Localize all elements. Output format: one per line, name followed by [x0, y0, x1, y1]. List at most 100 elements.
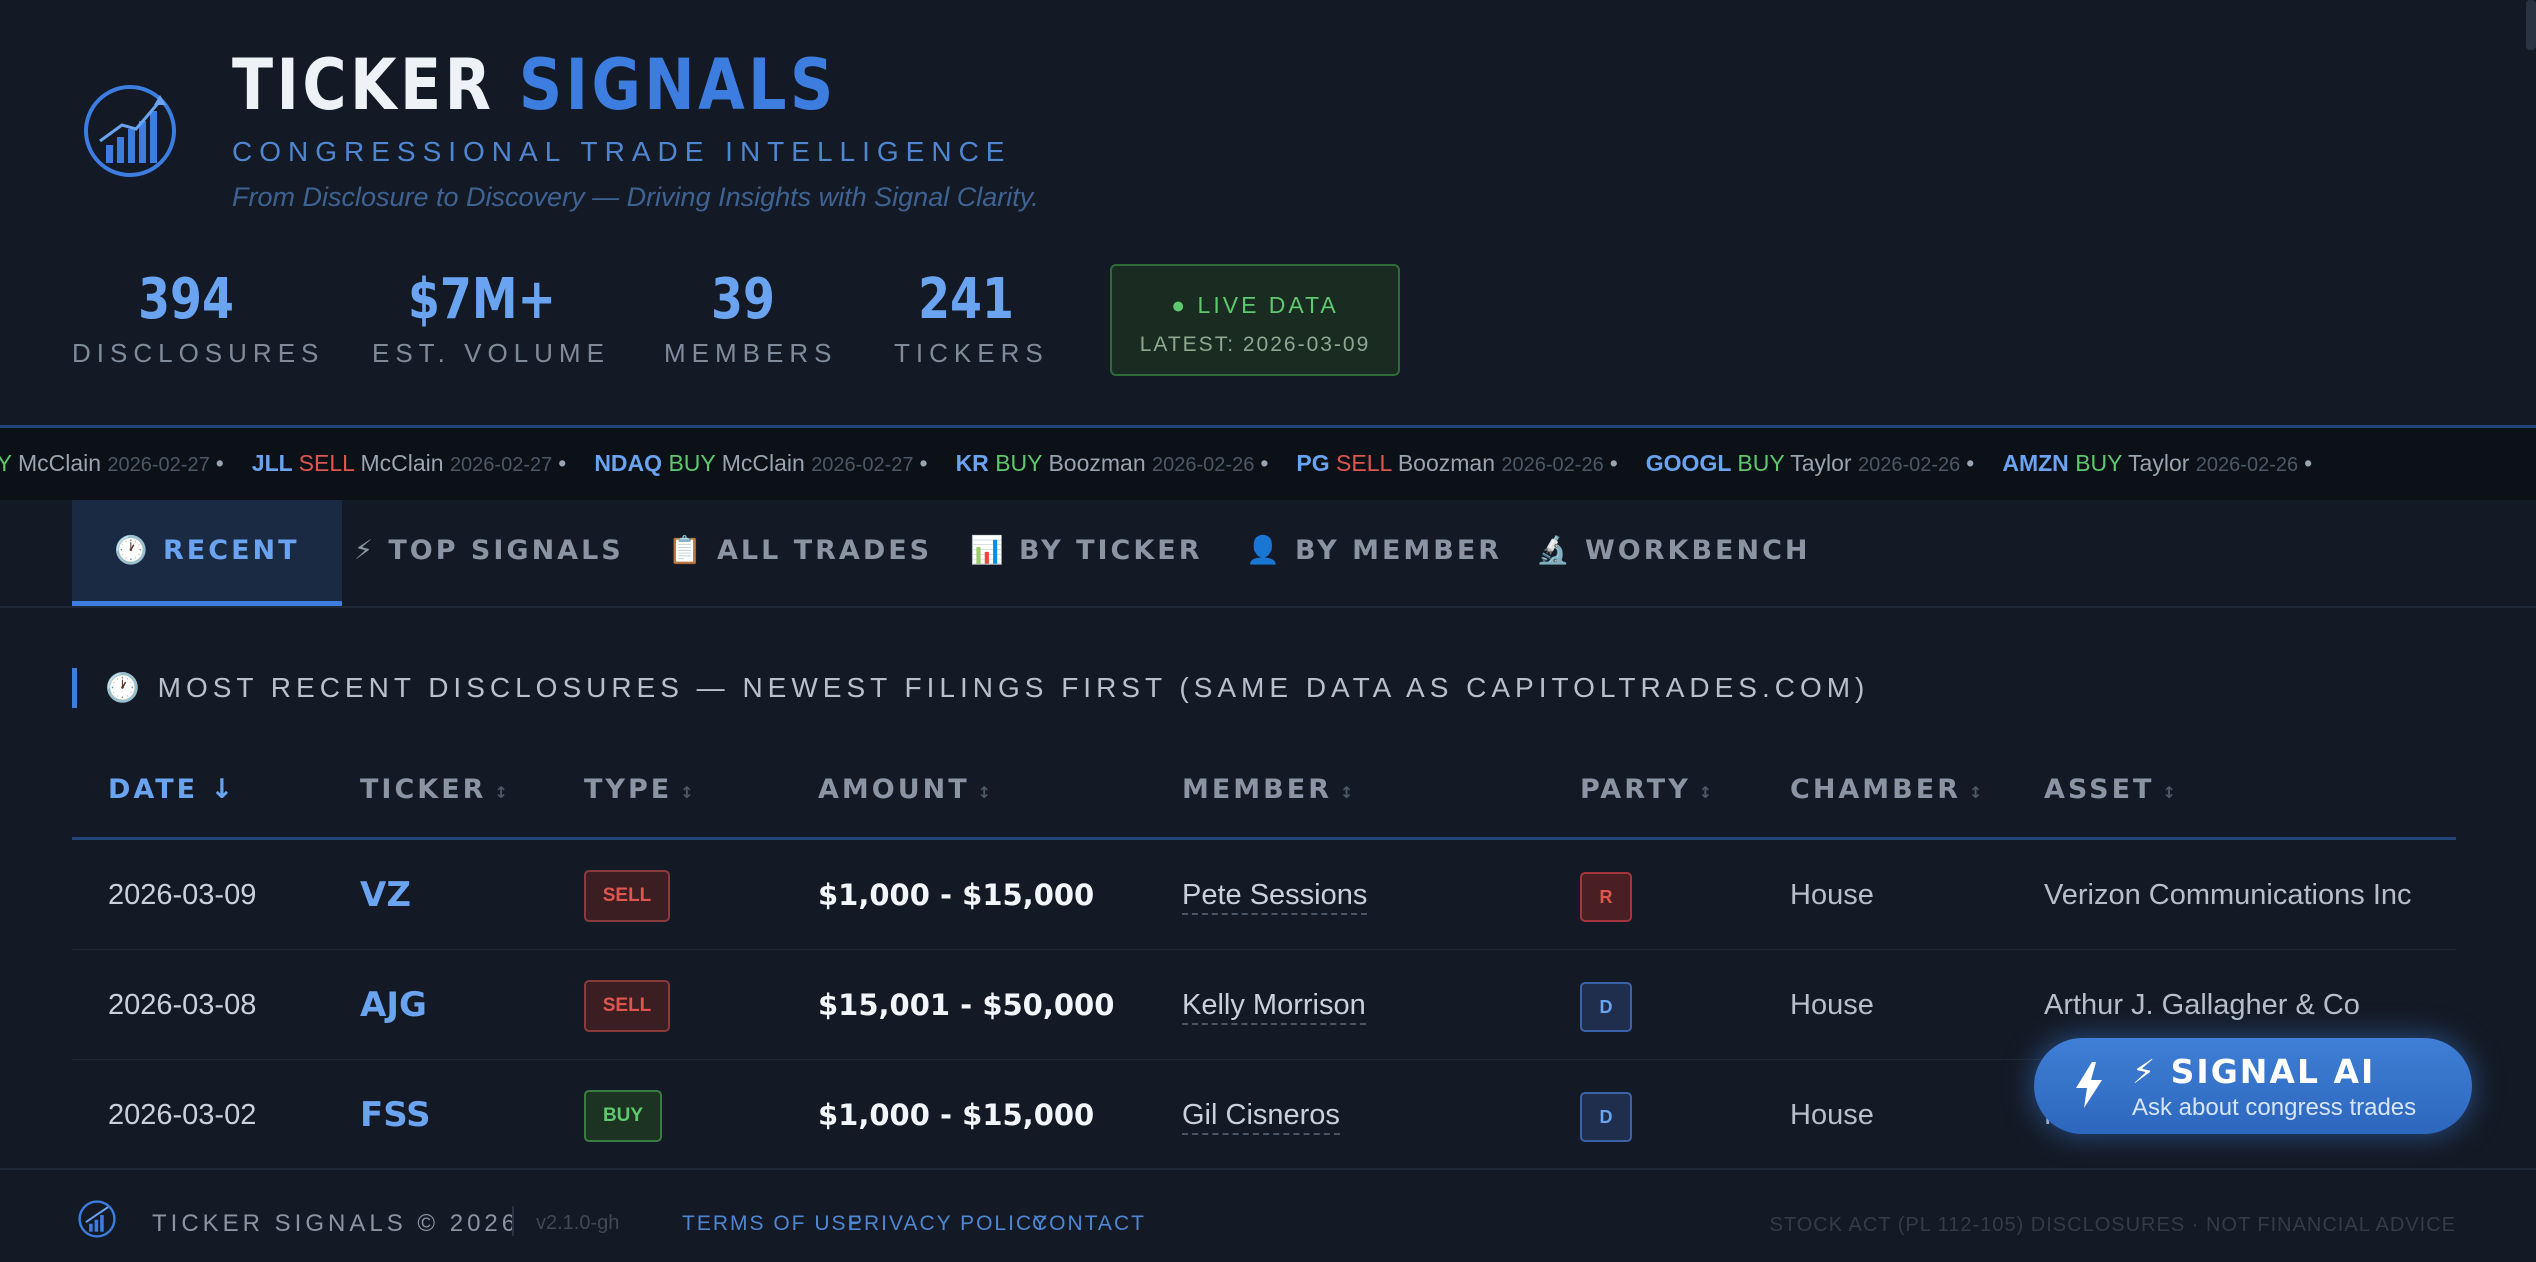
tab-recent[interactable]: 🕐 RECENT [72, 500, 342, 606]
tape-sym: GOOGL [1645, 450, 1738, 476]
lightning-icon [2076, 1062, 2102, 1108]
cell-member[interactable]: Kelly Morrison [1182, 950, 1366, 1060]
col-type[interactable]: TYPE ↕ [584, 774, 697, 805]
scrollbar-thumb[interactable] [2526, 0, 2536, 50]
tape-dt: 2026-02-26 [1857, 454, 1961, 476]
type-badge: SELL [584, 870, 670, 922]
stat-tickers: 241 TICKERS [894, 267, 1049, 369]
signal-ai-title: ⚡ SIGNAL AI [2132, 1052, 2376, 1091]
cell-date: 2026-03-09 [108, 879, 257, 911]
tape-sym: PG [1296, 450, 1337, 476]
tape-buy: BUY [668, 450, 722, 476]
tape-item[interactable]: KR BUY Boozman 2026-02-26 • [956, 450, 1269, 477]
tape-who: Taylor [1790, 450, 1858, 476]
sort-icon: ↕ [1969, 783, 1986, 802]
tape-who: McClain [721, 450, 812, 476]
tape-sym: JLL [251, 450, 299, 476]
tape-dot: • [2304, 450, 2313, 476]
ticker-tape: UY McClain 2026-02-27•JLL SELL McClain 2… [0, 425, 2536, 500]
tab-top-signals[interactable]: ⚡ TOP SIGNALS [312, 500, 666, 606]
stat-members: 39 MEMBERS [664, 267, 838, 369]
tab-all-trades[interactable]: 📋 ALL TRADES [626, 500, 974, 606]
cell-ticker[interactable]: AJG [360, 950, 427, 1060]
col-ticker[interactable]: TICKER ↕ [360, 774, 511, 805]
privacy-link[interactable]: PRIVACY POLICY [848, 1212, 1049, 1236]
col-party[interactable]: PARTY ↕ [1580, 774, 1715, 805]
tape-item[interactable]: PG SELL Boozman 2026-02-26 • [1296, 450, 1617, 477]
col-member[interactable]: MEMBER ↕ [1182, 774, 1356, 805]
tab-workbench[interactable]: 🔬 WORKBENCH [1494, 500, 1853, 606]
brand-title: TICKER SIGNALS [232, 44, 837, 126]
tab-by-ticker[interactable]: 📊 BY TICKER [928, 500, 1245, 606]
cell-ticker[interactable]: FSS [360, 1060, 431, 1170]
stat-volume: $7M+ EST. VOLUME [372, 267, 610, 369]
section-title: 🕐 MOST RECENT DISCLOSURES — NEWEST FILIN… [72, 668, 1869, 708]
party-badge: R [1580, 872, 1632, 922]
tape-dot: • [215, 450, 224, 476]
sort-icon: ↕ [1340, 783, 1357, 802]
tape-sym: AMZN [2002, 450, 2076, 476]
tape-sym: NDAQ [594, 450, 669, 476]
type-badge: BUY [584, 1090, 662, 1142]
tape-dot: • [1260, 450, 1269, 476]
cell-ticker[interactable]: VZ [360, 840, 411, 950]
tape-who: McClain [17, 450, 108, 476]
tape-item[interactable]: AMZN BUY Taylor 2026-02-26 • [2002, 450, 2312, 477]
tape-item[interactable]: UY McClain 2026-02-27• [0, 450, 224, 477]
cell-chamber: House [1790, 989, 1874, 1021]
party-badge: D [1580, 1092, 1632, 1142]
tape-item[interactable]: GOOGL BUY Taylor 2026-02-26 • [1646, 450, 1975, 477]
tape-dt: 2026-02-26 [1501, 454, 1604, 476]
tape-dot: • [1609, 450, 1618, 476]
header: TICKER SIGNALS CONGRESSIONAL TRADE INTEL… [0, 0, 2536, 425]
cell-chamber: House [1790, 1099, 1874, 1131]
sort-icon: ↕ [1698, 783, 1716, 802]
cell-member[interactable]: Gil Cisneros [1182, 1060, 1340, 1170]
chart-logo-icon [78, 1200, 116, 1238]
tape-buy: BUY [1737, 450, 1791, 476]
contact-link[interactable]: CONTACT [1032, 1212, 1146, 1236]
tab-bar: 🕐 RECENT ⚡ TOP SIGNALS 📋 ALL TRADES 📊 BY… [0, 500, 2536, 608]
footer: TICKER SIGNALS © 2026 v2.1.0-gh TERMS OF… [0, 1168, 2536, 1262]
col-asset[interactable]: ASSET ↕ [2044, 774, 2179, 805]
tape-item[interactable]: NDAQ BUY McClain 2026-02-27 • [594, 450, 927, 477]
brand-subtitle: CONGRESSIONAL TRADE INTELLIGENCE [232, 136, 1012, 167]
tape-buy: BUY [2075, 450, 2129, 476]
tape-dt: 2026-02-26 [2195, 454, 2299, 476]
sort-icon: ↕ [494, 783, 511, 802]
tape-who: Boozman [1397, 450, 1502, 476]
tape-dt: 2026-02-27 [107, 454, 210, 476]
col-date[interactable]: DATE ↓ [108, 774, 236, 805]
signal-ai-button[interactable]: ⚡ SIGNAL AI Ask about congress trades [2034, 1038, 2472, 1134]
col-amount[interactable]: AMOUNT ↕ [818, 774, 994, 805]
cell-amount: $1,000 - $15,000 [818, 1098, 1095, 1132]
tape-dt: 2026-02-27 [449, 454, 553, 476]
table-row[interactable]: 2026-03-09 VZ SELL $1,000 - $15,000 Pete… [72, 840, 2456, 950]
type-badge: SELL [584, 980, 670, 1032]
tape-sell: SELL [1336, 450, 1398, 476]
sort-icon: ↕ [680, 783, 697, 802]
brand-tagline: From Disclosure to Discovery — Driving I… [232, 182, 1039, 212]
tape-buy: UY [0, 450, 18, 476]
sort-icon: ↕ [977, 783, 995, 802]
chart-logo-icon [84, 85, 176, 177]
col-chamber[interactable]: CHAMBER ↕ [1790, 774, 1985, 805]
live-data-badge: ● LIVE DATA LATEST: 2026-03-09 [1110, 264, 1400, 376]
tape-sym: KR [955, 450, 996, 476]
tape-dt: 2026-02-27 [811, 454, 914, 476]
tape-dot: • [558, 450, 567, 476]
cell-date: 2026-03-02 [108, 1099, 257, 1131]
disclaimer: STOCK ACT (PL 112-105) DISCLOSURES · NOT… [1769, 1214, 2456, 1236]
sort-icon: ↕ [2162, 783, 2179, 802]
cell-asset: Verizon Communications Inc [2044, 879, 2412, 911]
tape-item[interactable]: JLL SELL McClain 2026-02-27 • [252, 450, 567, 477]
version-label: v2.1.0-gh [536, 1212, 620, 1234]
party-badge: D [1580, 982, 1632, 1032]
footer-divider [512, 1206, 514, 1236]
cell-member[interactable]: Pete Sessions [1182, 840, 1368, 950]
tape-dot: • [919, 450, 928, 476]
tape-sell: SELL [298, 450, 361, 476]
terms-link[interactable]: TERMS OF USE [682, 1212, 864, 1236]
cell-chamber: House [1790, 879, 1874, 911]
tape-dt: 2026-02-26 [1152, 454, 1255, 476]
